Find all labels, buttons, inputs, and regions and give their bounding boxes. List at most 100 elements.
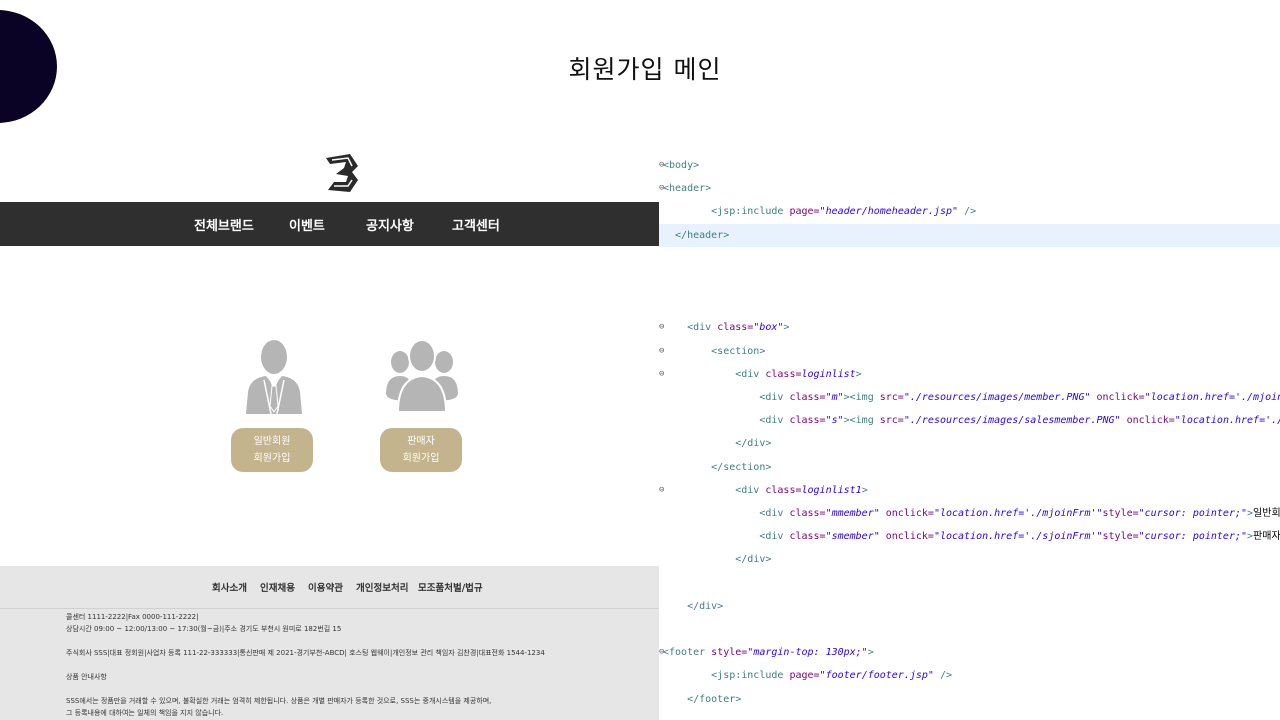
code-token: "location.href='./mjoinFrm'"	[1144, 392, 1280, 403]
code-token: loginlist1	[801, 484, 862, 496]
code-token: onclick=	[1090, 392, 1145, 403]
code-content: <section>	[663, 346, 765, 357]
code-token: class=	[717, 322, 754, 334]
footer-notice-line-1: SSS에서는 정품만을 거래할 수 있으며, 불확실한 거래는 엄격히 제한됩니…	[66, 697, 492, 705]
code-token: "location.href='./sjoinFrm'"	[1174, 415, 1280, 427]
code-token: src=	[879, 392, 904, 403]
fold-toggle-icon[interactable]: ⊖	[659, 479, 664, 502]
code-line: <div class="smember" onclick="location.h…	[659, 525, 1280, 548]
code-token: "cursor: pointer;"	[1138, 508, 1248, 519]
code-token: "box"	[753, 322, 784, 334]
code-token: </div>	[663, 438, 772, 450]
footer-hours-line: 상담시간 09:00 ~ 12:00/13:00 ~ 17:30(월~금)|주소…	[66, 625, 342, 633]
footer-link-company[interactable]: 회사소개	[212, 580, 247, 594]
code-token: <div	[663, 322, 718, 334]
fold-toggle-icon[interactable]: ⊖	[659, 316, 664, 339]
code-content: </div>	[663, 601, 723, 612]
code-line: ⊖ <div class=loginlist>	[659, 363, 862, 386]
code-content: <div class="m"><img src="./resources/ima…	[663, 392, 1280, 403]
code-line: </div>	[659, 548, 771, 571]
code-token: 판매자	[1253, 531, 1280, 543]
code-content: </div>	[663, 438, 771, 449]
code-line: <div class="s"><img src="./resources/ima…	[659, 409, 1280, 432]
code-line: </div>	[659, 595, 723, 618]
code-token: </footer>	[663, 693, 742, 705]
code-token: "header/homeheader.jsp"	[819, 206, 959, 218]
nav-events[interactable]: 이벤트	[289, 215, 325, 234]
seller-group-icon[interactable]	[384, 336, 460, 420]
website-screenshot: 전체브랜드 이벤트 공지사항 고객센터 일반회원 회원가입 판매자 회원가입 회…	[0, 148, 659, 720]
code-token: src=	[879, 415, 904, 427]
code-line: <div class="m"><img src="./resources/ima…	[659, 386, 1280, 409]
code-token: <div	[663, 508, 790, 519]
code-token: "./resources/images/salesmember.PNG"	[903, 415, 1121, 427]
code-token: "location.href='./mjoinFrm'"	[933, 508, 1103, 519]
code-token: onclick=	[1120, 415, 1175, 427]
code-content: </section>	[663, 462, 771, 473]
code-line: <div class="mmember" onclick="location.h…	[659, 502, 1280, 525]
code-token: class=	[765, 484, 802, 496]
code-token: style=	[1102, 531, 1139, 543]
code-token: "mmember"	[825, 508, 880, 519]
code-token: class=	[789, 508, 826, 519]
site-footer: 회사소개 인재채용 이용약관 개인정보처리 모조품처벌/법규 콜센터 1111-…	[0, 566, 659, 720]
member-person-icon[interactable]	[236, 338, 312, 422]
nav-customer-center[interactable]: 고객센터	[452, 215, 500, 234]
fold-toggle-icon[interactable]: ⊖	[659, 641, 664, 664]
code-line: </div>	[659, 432, 771, 455]
code-token: <header>	[663, 183, 712, 195]
code-token: <div	[663, 392, 790, 403]
nav-notices[interactable]: 공지사항	[366, 215, 414, 234]
code-line: ⊖ <div class=loginlist1>	[659, 479, 868, 502]
code-token: >	[855, 368, 862, 380]
code-token: "s"	[825, 415, 844, 427]
fold-toggle-icon[interactable]: ⊖	[659, 340, 664, 363]
footer-link-privacy[interactable]: 개인정보처리	[356, 580, 408, 594]
code-line: <jsp:include page="header/homeheader.jsp…	[659, 200, 976, 223]
code-token: class=	[765, 368, 802, 380]
fold-toggle-icon[interactable]: ⊖	[659, 363, 664, 386]
code-token: class=	[789, 392, 826, 403]
fold-toggle-icon[interactable]: ⊖	[659, 154, 664, 177]
code-token: 일반회원	[1253, 508, 1280, 519]
code-line: </header>	[659, 223, 1280, 247]
footer-divider	[0, 608, 659, 609]
code-token: <footer	[663, 647, 712, 659]
code-token: <div	[663, 415, 790, 427]
seller-label: 판매자	[407, 436, 435, 447]
code-token: "cursor: pointer;"	[1138, 531, 1248, 543]
seller-signup-button[interactable]: 판매자 회원가입	[380, 428, 462, 472]
code-token: page=	[789, 670, 820, 682]
code-content: <div class="s"><img src="./resources/ima…	[663, 415, 1280, 426]
code-token: "./resources/images/member.PNG"	[903, 392, 1091, 403]
code-line: ⊖ <div class="box">	[659, 316, 789, 339]
footer-notice-heading: 상품 안내사항	[66, 673, 107, 681]
code-token: loginlist	[801, 368, 856, 380]
footer-links: 회사소개 인재채용 이용약관 개인정보처리 모조품처벌/법규	[0, 580, 659, 602]
slide-title: 회원가입 메인	[568, 55, 722, 84]
code-token: <div	[663, 531, 790, 543]
nav-all-brands[interactable]: 전체브랜드	[194, 215, 254, 234]
general-member-label: 일반회원	[253, 436, 291, 447]
code-token: />	[958, 206, 977, 218]
code-editor-screenshot: ⊖ <body> ⊖ <header> <jsp:include page="head…	[659, 150, 1280, 720]
main-nav-bar: 전체브랜드 이벤트 공지사항 고객센터	[0, 202, 659, 246]
code-line: ⊖ <footer style="margin-top: 130px;">	[659, 641, 874, 664]
code-token: class=	[789, 415, 826, 427]
code-token: onclick=	[879, 508, 934, 519]
code-token: >	[783, 322, 790, 334]
code-token: "location.href='./sjoinFrm'"	[933, 531, 1103, 543]
seller-signup-label: 회원가입	[402, 453, 440, 464]
code-token: </header>	[663, 229, 730, 241]
code-token: "footer/footer.jsp"	[819, 670, 934, 682]
footer-link-careers[interactable]: 인재채용	[260, 580, 295, 594]
footer-link-counterfeit-law[interactable]: 모조품처벌/법규	[418, 580, 483, 594]
footer-link-terms[interactable]: 이용약관	[308, 580, 343, 594]
code-token: "smember"	[825, 531, 880, 543]
code-line: ⊖ <header>	[659, 177, 711, 200]
code-token: >	[861, 484, 868, 496]
fold-toggle-icon[interactable]: ⊖	[659, 177, 664, 200]
general-member-signup-button[interactable]: 일반회원 회원가입	[231, 428, 313, 472]
code-token: style=	[711, 647, 748, 659]
